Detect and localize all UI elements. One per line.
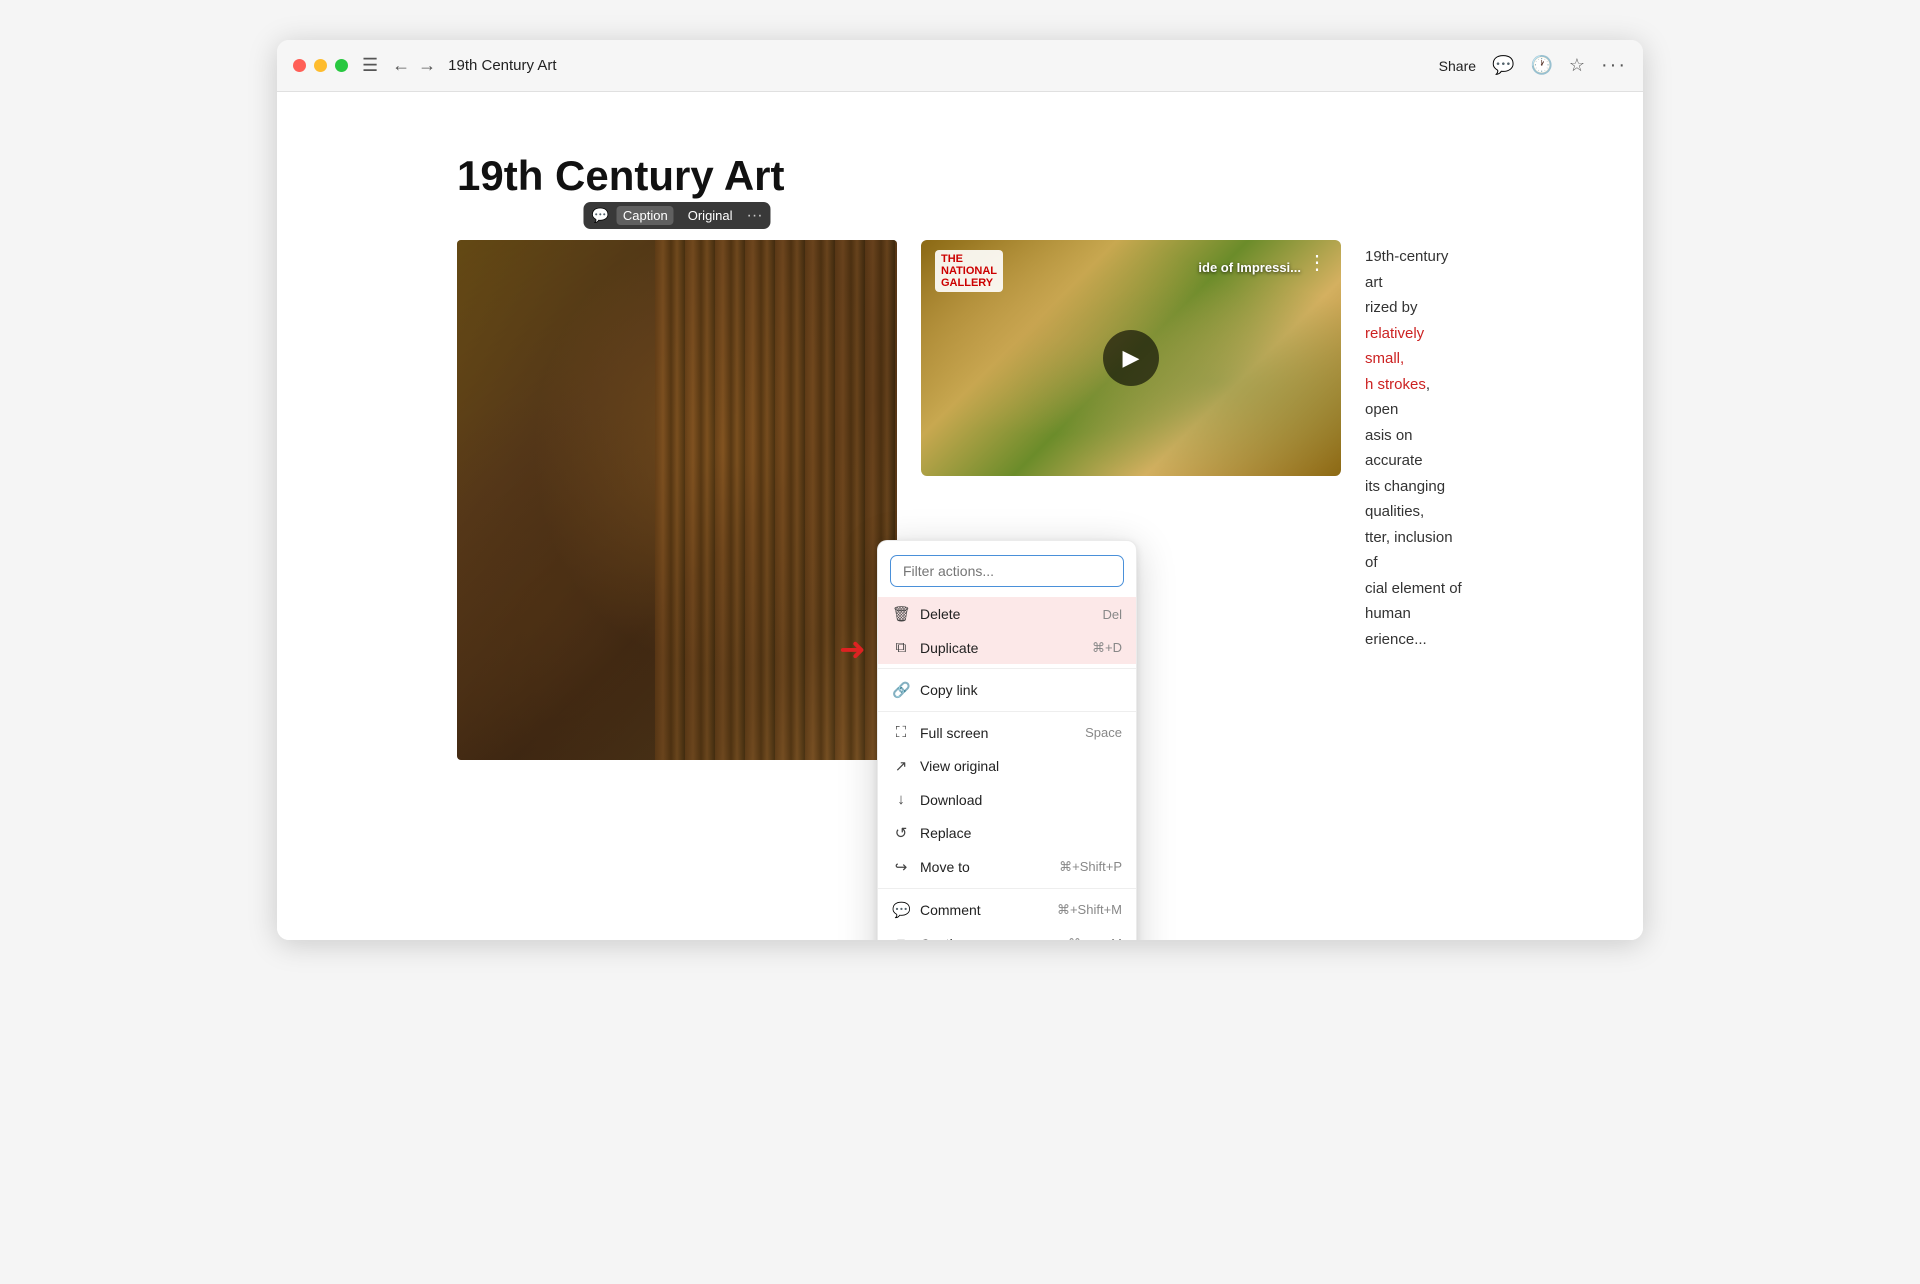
titlebar-actions: Share 💬 🕐 ☆ ··· <box>1439 54 1627 77</box>
view-original-label: View original <box>920 758 1122 774</box>
move-to-shortcut: ⌘+Shift+P <box>1059 859 1122 875</box>
traffic-lights <box>293 59 348 72</box>
play-button[interactable]: ▶ <box>1103 330 1159 386</box>
highlight-brush-strokes: h strokes <box>1365 376 1426 393</box>
video-play-overlay[interactable]: ▶ <box>921 240 1341 476</box>
share-button[interactable]: Share <box>1439 58 1476 74</box>
duplicate-label: Duplicate <box>920 640 1082 656</box>
view-original-icon: ↗ <box>892 757 910 775</box>
image-toolbar: 💬 Caption Original ··· <box>583 202 770 229</box>
menu-item-caption[interactable]: ≡ Caption ⌘+⌥+M <box>878 927 1136 940</box>
history-icon[interactable]: 🕐 <box>1530 55 1552 76</box>
move-to-label: Move to <box>920 859 1049 875</box>
full-screen-label: Full screen <box>920 725 1075 741</box>
menu-item-copy-link[interactable]: 🔗 Copy link <box>878 673 1136 707</box>
context-menu: 🗑 Delete Del ⧉ Duplicate ⌘+D 🔗 Copy link <box>877 540 1137 940</box>
replace-icon: ↺ <box>892 824 910 842</box>
filter-input[interactable] <box>890 555 1124 587</box>
full-screen-icon: ⛶ <box>892 724 910 741</box>
nav-arrows: ← → <box>392 55 436 76</box>
delete-icon: 🗑 <box>892 605 910 623</box>
menu-section-top: 🗑 Delete Del ⧉ Duplicate ⌘+D <box>878 595 1136 666</box>
original-button[interactable]: Original <box>682 206 739 225</box>
full-screen-shortcut: Space <box>1085 725 1122 740</box>
download-label: Download <box>920 792 1122 808</box>
copy-link-label: Copy link <box>920 682 1122 698</box>
menu-item-move-to[interactable]: ↪ Move to ⌘+Shift+P <box>878 850 1136 884</box>
comment-icon[interactable]: 💬 <box>1492 55 1514 76</box>
download-icon: ↓ <box>892 791 910 808</box>
maximize-button[interactable] <box>335 59 348 72</box>
comment-menu-icon: 💬 <box>892 901 910 919</box>
delete-shortcut: Del <box>1102 607 1122 622</box>
menu-icon[interactable]: ☰ <box>362 55 378 76</box>
painting-image <box>457 240 897 760</box>
page-title: 19th Century Art <box>457 152 1463 200</box>
copy-link-icon: 🔗 <box>892 681 910 699</box>
menu-item-download[interactable]: ↓ Download <box>878 783 1136 816</box>
duplicate-icon: ⧉ <box>892 639 910 656</box>
filter-row <box>878 549 1136 595</box>
more-options-icon[interactable]: ··· <box>1601 54 1627 77</box>
video-thumbnail[interactable]: THENATIONALGALLERY ide of Impressi... ⋮ … <box>921 240 1341 476</box>
minimize-button[interactable] <box>314 59 327 72</box>
comment-label: Comment <box>920 902 1047 918</box>
red-arrow-indicator: ➜ <box>839 630 866 668</box>
forward-button[interactable]: → <box>418 55 436 76</box>
menu-item-comment[interactable]: 💬 Comment ⌘+Shift+M <box>878 893 1136 927</box>
replace-label: Replace <box>920 825 1122 841</box>
menu-section-meta: 💬 Comment ⌘+Shift+M ≡ Caption ⌘+⌥+M <box>878 888 1136 940</box>
menu-item-full-screen[interactable]: ⛶ Full screen Space <box>878 716 1136 749</box>
image-more-icon[interactable]: ··· <box>747 207 763 225</box>
caption-button[interactable]: Caption <box>617 206 674 225</box>
delete-label: Delete <box>920 606 1092 622</box>
duplicate-shortcut: ⌘+D <box>1092 640 1122 656</box>
close-button[interactable] <box>293 59 306 72</box>
app-window: ☰ ← → 19th Century Art Share 💬 🕐 ☆ ··· 1… <box>277 40 1643 940</box>
page-content: 19th Century Art 💬 Caption Original ··· … <box>277 92 1643 940</box>
back-button[interactable]: ← <box>392 55 410 76</box>
move-to-icon: ↪ <box>892 858 910 876</box>
menu-section-view: ⛶ Full screen Space ↗ View original ↓ Do… <box>878 711 1136 886</box>
menu-item-duplicate[interactable]: ⧉ Duplicate ⌘+D <box>878 631 1136 664</box>
menu-section-copy: 🔗 Copy link <box>878 668 1136 709</box>
titlebar: ☰ ← → 19th Century Art Share 💬 🕐 ☆ ··· <box>277 40 1643 92</box>
caption-menu-icon: ≡ <box>892 935 910 940</box>
star-icon[interactable]: ☆ <box>1569 55 1585 76</box>
highlight-small-strokes: relatively small, <box>1365 325 1424 368</box>
menu-item-delete[interactable]: 🗑 Delete Del <box>878 597 1136 631</box>
comment-shortcut: ⌘+Shift+M <box>1057 902 1122 918</box>
menu-item-view-original[interactable]: ↗ View original <box>878 749 1136 783</box>
media-row: 💬 Caption Original ··· ➜ 🗑 Dele <box>457 240 1463 760</box>
image-block: 💬 Caption Original ··· <box>457 240 897 760</box>
window-title: 19th Century Art <box>448 57 1439 74</box>
caption-label: Caption <box>920 936 1058 941</box>
article-text: 19th-century art rized by relatively sma… <box>1365 240 1463 760</box>
caption-shortcut: ⌘+⌥+M <box>1068 936 1122 941</box>
toolbar-comment-icon[interactable]: 💬 <box>591 207 608 224</box>
menu-item-replace[interactable]: ↺ Replace <box>878 816 1136 850</box>
